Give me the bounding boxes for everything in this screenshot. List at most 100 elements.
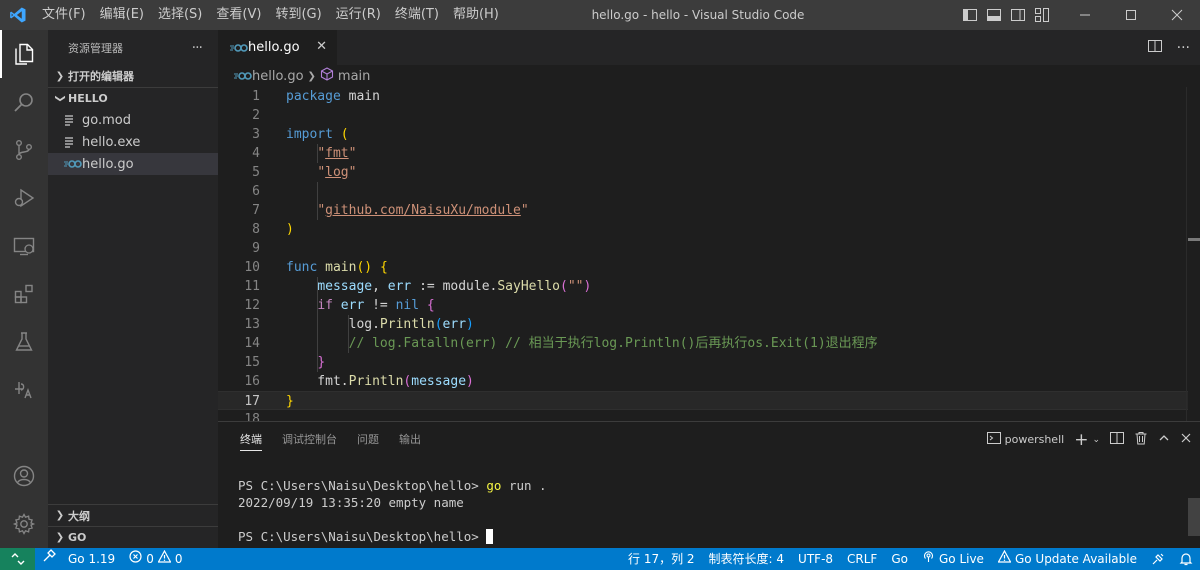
- open-editors-section[interactable]: ❯ 打开的编辑器: [48, 65, 218, 87]
- breadcrumb-symbol[interactable]: main: [338, 69, 370, 84]
- code-line: 3 import (: [252, 127, 349, 142]
- split-terminal-icon[interactable]: [1110, 431, 1124, 448]
- open-editors-label: 打开的编辑器: [68, 70, 134, 83]
- lines-icon: [64, 136, 82, 148]
- code-line: 7 "github.com/NaisuXu/module": [252, 203, 529, 218]
- go-live-label: Go Live: [938, 552, 984, 566]
- end-of-line[interactable]: CRLF: [840, 548, 884, 570]
- go-live[interactable]: Go Live: [915, 548, 991, 570]
- more-actions-icon[interactable]: ···: [1177, 40, 1190, 56]
- feedback-icon[interactable]: [1144, 548, 1172, 570]
- warning-count: 0: [174, 552, 183, 566]
- problems-indicator[interactable]: 0 0: [122, 548, 189, 570]
- terminal-output[interactable]: PS C:\Users\Naisu\Desktop\hello> go run …: [238, 477, 547, 545]
- status-bar: Go 1.19 0 0 行 17，列 2 制表符长度: 4 UTF-8 CRLF…: [0, 548, 1200, 570]
- code-line: 9: [252, 241, 260, 256]
- menu-edit[interactable]: 编辑(E): [93, 0, 151, 30]
- go-update[interactable]: Go Update Available: [991, 548, 1144, 570]
- close-tab-icon[interactable]: ✕: [316, 39, 327, 54]
- editor-scrollbar[interactable]: [1186, 87, 1200, 421]
- terminal-icon: [986, 431, 1001, 448]
- extensions-icon[interactable]: [0, 270, 48, 318]
- file-item-hello-exe[interactable]: hello.exe: [48, 131, 218, 153]
- vscode-logo-icon: [0, 0, 35, 30]
- indentation[interactable]: 制表符长度: 4: [702, 548, 792, 570]
- code-line: 11 message, err := module.SayHello(""): [244, 279, 592, 294]
- maximize-icon[interactable]: [1108, 0, 1154, 30]
- tab-hello-go[interactable]: hello.go ✕: [218, 30, 337, 65]
- menu-go[interactable]: 转到(G): [268, 0, 328, 30]
- folder-label: HELLO: [68, 92, 108, 105]
- outline-section[interactable]: ❯ 大纲: [48, 504, 218, 526]
- chevron-down-icon[interactable]: ⌄: [1092, 435, 1100, 445]
- menu-terminal[interactable]: 终端(T): [388, 0, 446, 30]
- code-editor[interactable]: 1 package main 2 3 import ( 4 "fmt" 5 "log…: [218, 87, 1200, 421]
- code-line: 6: [252, 184, 260, 199]
- tab-output[interactable]: 输出: [389, 422, 431, 457]
- split-editor-icon[interactable]: [1147, 38, 1163, 58]
- settings-gear-icon[interactable]: [0, 500, 48, 548]
- terminal-line: PS C:\Users\Naisu\Desktop\hello>: [238, 528, 547, 545]
- go-file-icon: [234, 71, 252, 81]
- testing-icon[interactable]: [0, 318, 48, 366]
- title-bar: 文件(F) 编辑(E) 选择(S) 查看(V) 转到(G) 运行(R) 终端(T…: [0, 0, 1200, 30]
- shell-name: powershell: [1004, 433, 1065, 446]
- encoding[interactable]: UTF-8: [791, 548, 840, 570]
- close-window-icon[interactable]: [1154, 0, 1200, 30]
- folder-section[interactable]: ❯ HELLO: [48, 87, 218, 109]
- code-line-current: 17}: [218, 391, 1188, 410]
- language-mode[interactable]: Go: [884, 548, 915, 570]
- code-line: 2: [252, 108, 260, 123]
- toggle-panel-icon[interactable]: [982, 0, 1006, 30]
- remote-indicator-icon[interactable]: [0, 548, 35, 570]
- notifications-icon[interactable]: [1172, 548, 1200, 570]
- go-section[interactable]: ❯ GO: [48, 526, 218, 548]
- menu-view[interactable]: 查看(V): [209, 0, 268, 30]
- docker-icon[interactable]: [0, 366, 48, 414]
- code-line: 4 "fmt": [252, 146, 357, 161]
- tab-problems[interactable]: 问题: [347, 422, 389, 457]
- remote-explorer-icon[interactable]: [0, 222, 48, 270]
- error-icon: [129, 548, 142, 570]
- new-terminal-icon[interactable]: +: [1074, 430, 1088, 450]
- maximize-panel-icon[interactable]: [1158, 432, 1170, 447]
- file-name: go.mod: [82, 112, 131, 128]
- go-version[interactable]: Go 1.19: [35, 548, 122, 570]
- explorer-icon[interactable]: [0, 30, 48, 78]
- file-item-go-mod[interactable]: go.mod: [48, 109, 218, 131]
- menu-run[interactable]: 运行(R): [329, 0, 388, 30]
- more-actions-icon[interactable]: ···: [192, 40, 203, 56]
- terminal-shell-selector[interactable]: powershell: [986, 431, 1065, 448]
- file-item-hello-go[interactable]: hello.go: [48, 153, 218, 175]
- chevron-right-icon: ❯: [55, 70, 65, 82]
- terminal-cursor: [486, 529, 494, 544]
- tab-terminal[interactable]: 终端: [230, 422, 272, 457]
- code-line: 8): [252, 222, 294, 237]
- menu-file[interactable]: 文件(F): [35, 0, 93, 30]
- go-update-label: Go Update Available: [1014, 552, 1137, 566]
- customize-layout-icon[interactable]: [1030, 0, 1054, 30]
- tab-debug-console[interactable]: 调试控制台: [272, 422, 347, 457]
- menu-selection[interactable]: 选择(S): [151, 0, 209, 30]
- source-control-icon[interactable]: [0, 126, 48, 174]
- cursor-position[interactable]: 行 17，列 2: [621, 548, 702, 570]
- toggle-primary-sidebar-icon[interactable]: [958, 0, 982, 30]
- code-line: 16 fmt.Println(message): [244, 374, 474, 389]
- account-icon[interactable]: [0, 452, 48, 500]
- close-panel-icon[interactable]: [1180, 432, 1192, 447]
- menu-help[interactable]: 帮助(H): [446, 0, 506, 30]
- activity-bar: [0, 30, 48, 548]
- file-name: hello.go: [82, 156, 134, 172]
- code-line: 5 "log": [252, 165, 357, 180]
- run-debug-icon[interactable]: [0, 174, 48, 222]
- broadcast-icon: [922, 548, 935, 570]
- toggle-secondary-sidebar-icon[interactable]: [1006, 0, 1030, 30]
- search-icon[interactable]: [0, 78, 48, 126]
- terminal-scrollbar[interactable]: [1188, 498, 1200, 536]
- trash-icon[interactable]: [1134, 431, 1148, 448]
- code-line: 13 log.Println(err): [244, 317, 474, 332]
- minimize-icon[interactable]: [1062, 0, 1108, 30]
- breadcrumb-file[interactable]: hello.go: [252, 69, 304, 84]
- go-version-label: Go 1.19: [68, 552, 116, 566]
- window-title: hello.go - hello - Visual Studio Code: [591, 8, 805, 22]
